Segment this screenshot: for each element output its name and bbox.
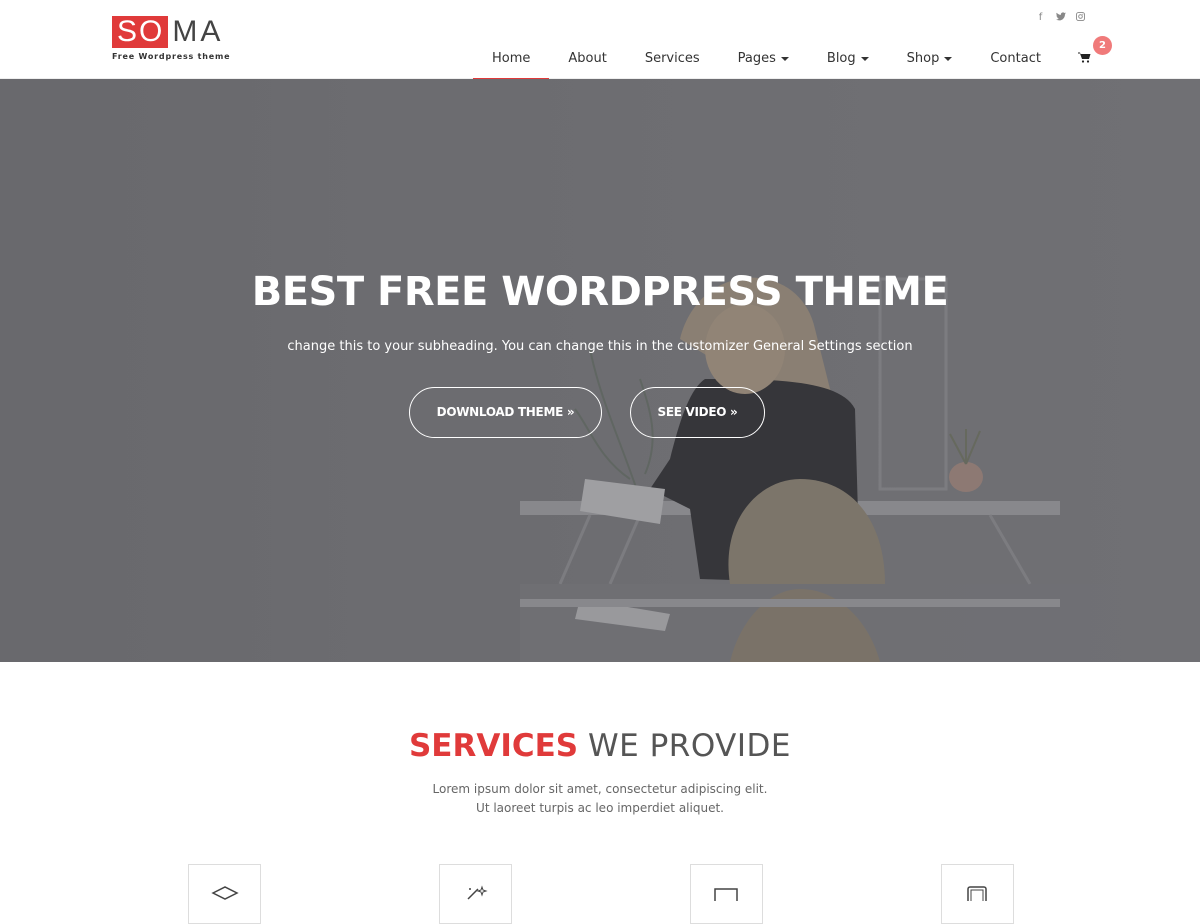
- cart-icon: [1077, 39, 1091, 79]
- nav-blog[interactable]: Blog: [808, 38, 888, 79]
- nav-label: Home: [492, 50, 531, 66]
- nav-home[interactable]: Home: [473, 38, 550, 80]
- site-header: SO MA Free Wordpress theme f Home About …: [0, 0, 1200, 80]
- hero-content: BEST FREE WORDPRESS THEME change this to…: [0, 79, 1200, 662]
- hero-subtitle: change this to your subheading. You can …: [287, 339, 913, 354]
- nav-label: Shop: [906, 50, 940, 66]
- caret-down-icon: [780, 56, 789, 61]
- services-heading: SERVICES WE PROVIDE: [0, 728, 1200, 764]
- twitter-icon[interactable]: [1055, 12, 1066, 24]
- nav-label: Pages: [737, 50, 776, 66]
- site-logo[interactable]: SO MA Free Wordpress theme: [112, 16, 230, 61]
- facebook-icon[interactable]: f: [1035, 12, 1046, 24]
- services-description: Lorem ipsum dolor sit amet, consectetur …: [432, 782, 768, 815]
- service-card-monitor[interactable]: [690, 864, 763, 924]
- download-theme-button[interactable]: DOWNLOAD THEME »: [409, 387, 602, 438]
- logo-wordmark: SO MA: [112, 16, 230, 48]
- services-heading-highlight: SERVICES: [408, 728, 579, 764]
- caret-down-icon: [944, 56, 953, 61]
- caret-down-icon: [860, 56, 869, 61]
- magic-icon: [467, 885, 488, 900]
- main-navigation: Home About Services Pages Blog Shop Cont…: [473, 36, 1112, 80]
- social-links: f: [1035, 12, 1086, 24]
- nav-services[interactable]: Services: [626, 38, 719, 79]
- nav-about[interactable]: About: [549, 38, 625, 79]
- layers-icon: [211, 886, 239, 900]
- logo-tagline: Free Wordpress theme: [112, 52, 231, 61]
- instagram-icon[interactable]: [1075, 12, 1086, 24]
- cart-count-badge: 2: [1092, 36, 1112, 55]
- services-heading-rest: WE PROVIDE: [588, 728, 791, 764]
- logo-rest: MA: [172, 15, 224, 48]
- logo-highlight: SO: [112, 16, 169, 48]
- see-video-button[interactable]: SEE VIDEO »: [630, 387, 765, 438]
- nav-pages[interactable]: Pages: [719, 38, 808, 79]
- cart-button[interactable]: 2: [1060, 36, 1112, 79]
- nav-label: About: [568, 50, 607, 66]
- monitor-icon: [714, 888, 738, 901]
- nav-label: Services: [644, 50, 700, 66]
- tablet-icon: [967, 886, 987, 901]
- nav-label: Contact: [990, 50, 1041, 66]
- nav-shop[interactable]: Shop: [888, 38, 972, 79]
- hero-section: BEST FREE WORDPRESS THEME change this to…: [0, 79, 1200, 662]
- hero-title: BEST FREE WORDPRESS THEME: [251, 269, 949, 315]
- service-card-layers[interactable]: [188, 864, 261, 924]
- service-card-magic[interactable]: [439, 864, 512, 924]
- nav-label: Blog: [826, 50, 856, 66]
- service-card-tablet[interactable]: [941, 864, 1014, 924]
- nav-contact[interactable]: Contact: [971, 38, 1060, 79]
